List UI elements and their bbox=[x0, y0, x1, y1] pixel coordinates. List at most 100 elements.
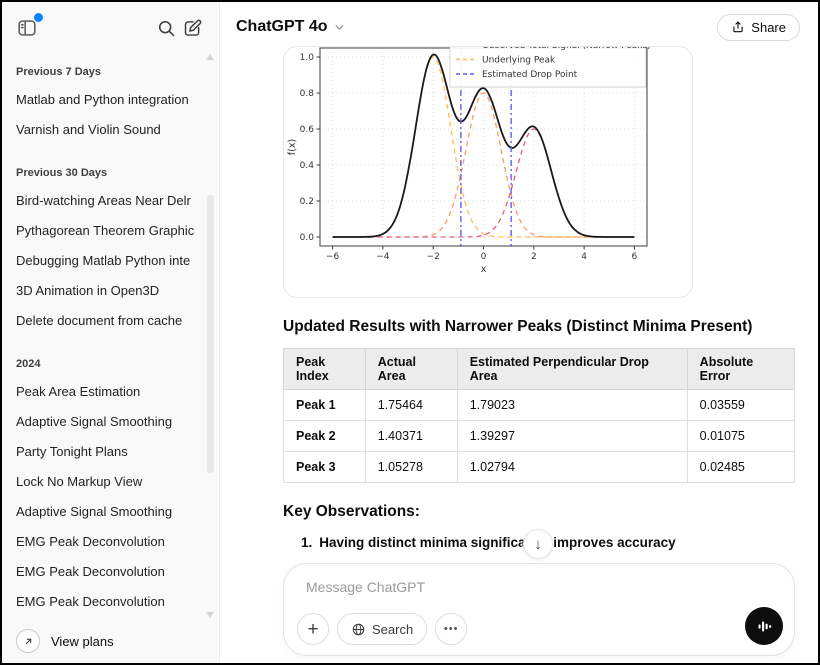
sidebar-item-matlab-python[interactable]: Matlab and Python integration bbox=[16, 84, 205, 114]
sidebar-item-emg-peak-1[interactable]: EMG Peak Deconvolution bbox=[16, 526, 205, 556]
chat-content: −6 −4 −2 0 2 4 6 0.0 0.2 0.4 0.6 0.8 1.0 x f(x) Observe… bbox=[283, 46, 795, 578]
model-title-label: ChatGPT 4o bbox=[236, 18, 328, 36]
svg-text:2: 2 bbox=[531, 252, 537, 262]
table-row: Peak 1 1.75464 1.79023 0.03559 bbox=[284, 390, 795, 421]
share-label: Share bbox=[751, 20, 786, 35]
sidebar-item-3d-animation[interactable]: 3D Animation in Open3D bbox=[16, 275, 205, 305]
svg-text:1.0: 1.0 bbox=[300, 53, 315, 63]
sidebar-item-pythagorean[interactable]: Pythagorean Theorem Graphic bbox=[16, 215, 205, 245]
table-row: Peak 2 1.40371 1.39297 0.01075 bbox=[284, 421, 795, 452]
table-row: Peak 3 1.05278 1.02794 0.02485 bbox=[284, 452, 795, 483]
chevron-down-icon bbox=[333, 21, 346, 34]
scrollbar-up-arrow[interactable] bbox=[206, 54, 214, 60]
plus-icon: + bbox=[307, 620, 318, 639]
svg-text:−2: −2 bbox=[427, 252, 440, 262]
svg-text:0.4: 0.4 bbox=[300, 161, 315, 171]
cell-estimated-area: 1.79023 bbox=[457, 390, 687, 421]
globe-icon bbox=[351, 622, 366, 637]
svg-text:0.2: 0.2 bbox=[300, 197, 314, 207]
cell-actual-area: 1.05278 bbox=[365, 452, 457, 483]
svg-text:Estimated Drop Point: Estimated Drop Point bbox=[482, 70, 578, 80]
sidebar-scrollbar[interactable] bbox=[207, 195, 214, 473]
sidebar-item-lock-no-markup[interactable]: Lock No Markup View bbox=[16, 466, 205, 496]
voice-waveform-icon bbox=[756, 618, 773, 635]
chatgpt-window: Previous 7 Days Matlab and Python integr… bbox=[0, 0, 820, 665]
svg-text:0: 0 bbox=[481, 252, 487, 262]
svg-text:Underlying Peak: Underlying Peak bbox=[482, 56, 556, 66]
svg-text:x: x bbox=[481, 264, 487, 275]
scroll-to-bottom-button[interactable]: ↓ bbox=[523, 529, 553, 559]
history-section-label: 2024 bbox=[16, 349, 205, 376]
svg-text:0.6: 0.6 bbox=[300, 125, 315, 135]
sidebar-history: Previous 7 Days Matlab and Python integr… bbox=[2, 47, 219, 621]
peaks-chart: −6 −4 −2 0 2 4 6 0.0 0.2 0.4 0.6 0.8 1.0 x f(x) Observe… bbox=[284, 47, 692, 297]
svg-text:0.8: 0.8 bbox=[300, 89, 315, 99]
svg-text:6: 6 bbox=[632, 252, 638, 262]
cell-peak-label: Peak 3 bbox=[284, 452, 366, 483]
message-input[interactable] bbox=[304, 577, 738, 615]
sidebar-item-peak-area[interactable]: Peak Area Estimation bbox=[16, 376, 205, 406]
sidebar-toggle-button[interactable] bbox=[14, 15, 40, 41]
cell-absolute-error: 0.01075 bbox=[687, 421, 794, 452]
svg-text:−6: −6 bbox=[326, 252, 340, 262]
sidebar-item-varnish-violin[interactable]: Varnish and Violin Sound bbox=[16, 114, 205, 144]
sidebar-toolbar bbox=[2, 2, 219, 47]
attach-button[interactable]: + bbox=[297, 613, 329, 645]
history-section-label: Previous 30 Days bbox=[16, 158, 205, 185]
compose-icon bbox=[182, 18, 203, 39]
col-header-absolute-error: Absolute Error bbox=[687, 349, 794, 390]
col-header-actual-area: Actual Area bbox=[365, 349, 457, 390]
cell-estimated-area: 1.02794 bbox=[457, 452, 687, 483]
voice-mode-button[interactable] bbox=[745, 607, 783, 645]
sidebar-item-debugging-matlab[interactable]: Debugging Matlab Python inte bbox=[16, 245, 205, 275]
cell-actual-area: 1.75464 bbox=[365, 390, 457, 421]
model-selector[interactable]: ChatGPT 4o bbox=[236, 18, 346, 36]
sidebar-item-bird-watching[interactable]: Bird-watching Areas Near Delr bbox=[16, 185, 205, 215]
svg-text:0.0: 0.0 bbox=[300, 233, 315, 243]
web-search-label: Search bbox=[372, 622, 413, 637]
svg-text:−4: −4 bbox=[376, 252, 390, 262]
svg-text:4: 4 bbox=[581, 252, 587, 262]
sidebar-item-delete-document[interactable]: Delete document from cache bbox=[16, 305, 205, 335]
results-table: Peak Index Actual Area Estimated Perpend… bbox=[283, 348, 795, 483]
share-icon bbox=[731, 20, 745, 34]
chart-message-card: −6 −4 −2 0 2 4 6 0.0 0.2 0.4 0.6 0.8 1.0 x f(x) Observe… bbox=[283, 46, 693, 298]
scrollbar-down-arrow[interactable] bbox=[206, 612, 214, 618]
web-search-toggle[interactable]: Search bbox=[337, 613, 427, 645]
main-header: ChatGPT 4o Share bbox=[220, 2, 818, 46]
sidebar-item-emg-peak-3[interactable]: EMG Peak Deconvolution bbox=[16, 586, 205, 616]
more-options-button[interactable]: ••• bbox=[435, 613, 467, 645]
message-composer: + Search ••• bbox=[283, 563, 795, 656]
sidebar-item-party-tonight[interactable]: Party Tonight Plans bbox=[16, 436, 205, 466]
new-chat-button[interactable] bbox=[179, 15, 205, 41]
view-plans-icon bbox=[16, 629, 40, 653]
sidebar: Previous 7 Days Matlab and Python integr… bbox=[2, 2, 220, 663]
results-heading: Updated Results with Narrower Peaks (Dis… bbox=[283, 317, 795, 337]
svg-text:f(x): f(x) bbox=[287, 139, 298, 155]
col-header-estimated-area: Estimated Perpendicular Drop Area bbox=[457, 349, 687, 390]
share-button[interactable]: Share bbox=[717, 14, 800, 41]
cell-absolute-error: 0.03559 bbox=[687, 390, 794, 421]
cell-estimated-area: 1.39297 bbox=[457, 421, 687, 452]
cell-absolute-error: 0.02485 bbox=[687, 452, 794, 483]
table-header-row: Peak Index Actual Area Estimated Perpend… bbox=[284, 349, 795, 390]
search-icon bbox=[156, 18, 177, 39]
view-plans-label: View plans bbox=[51, 634, 114, 649]
history-section-label: Previous 7 Days bbox=[16, 57, 205, 84]
sidebar-item-adaptive-smoothing-1[interactable]: Adaptive Signal Smoothing bbox=[16, 406, 205, 436]
svg-text:Observed Total Signal (Narrow: Observed Total Signal (Narrow Peaks) bbox=[482, 47, 651, 51]
observation-number: 1. bbox=[301, 535, 312, 550]
ellipsis-icon: ••• bbox=[444, 623, 459, 635]
cell-peak-label: Peak 2 bbox=[284, 421, 366, 452]
cell-actual-area: 1.40371 bbox=[365, 421, 457, 452]
view-plans-button[interactable]: View plans bbox=[2, 621, 219, 663]
observation-text: Having distinct minima significantly imp… bbox=[319, 535, 675, 550]
notification-dot bbox=[34, 13, 43, 22]
observations-heading: Key Observations: bbox=[283, 502, 795, 522]
composer-toolbar: + Search ••• bbox=[297, 613, 467, 645]
search-button[interactable] bbox=[153, 15, 179, 41]
sidebar-item-adaptive-smoothing-2[interactable]: Adaptive Signal Smoothing bbox=[16, 496, 205, 526]
arrow-down-icon: ↓ bbox=[534, 536, 542, 553]
cell-peak-label: Peak 1 bbox=[284, 390, 366, 421]
sidebar-item-emg-peak-2[interactable]: EMG Peak Deconvolution bbox=[16, 556, 205, 586]
